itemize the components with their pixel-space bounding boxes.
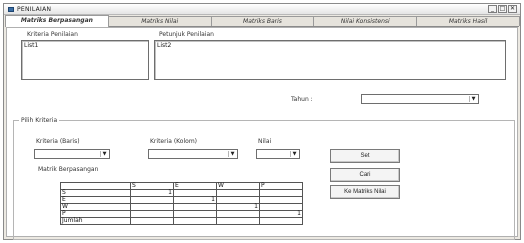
kriteria-kolom-combo[interactable]: ▼ (148, 149, 238, 159)
tahun-combo[interactable]: ▼ (361, 94, 479, 104)
matrix-cell[interactable] (173, 210, 217, 218)
matrix-col-header: W (216, 182, 260, 190)
ke-matriks-nilai-button[interactable]: Ke Matriks Nilai (330, 185, 400, 199)
chevron-down-icon[interactable]: ▼ (469, 96, 477, 102)
chevron-down-icon[interactable]: ▼ (228, 151, 236, 157)
petunjuk-label: Petunjuk Penilaian (159, 31, 214, 38)
matrix-cell[interactable] (130, 203, 174, 211)
window-controls: _ □ ✕ (488, 5, 517, 13)
matrix-row-header: S (60, 189, 131, 197)
matrix-header-row: S E W P (60, 182, 303, 190)
matrix-cell[interactable] (216, 217, 260, 225)
matrix-col-header: E (173, 182, 217, 190)
chevron-down-icon[interactable]: ▼ (290, 151, 298, 157)
tab-strip: Matriks Berpasangan Matriks Nilai Matrik… (5, 15, 520, 27)
maximize-button[interactable]: □ (498, 5, 507, 13)
petunjuk-list-item[interactable]: List2 (157, 42, 171, 49)
tab-matriks-nilai[interactable]: Matriks Nilai (107, 16, 212, 26)
tab-matriks-baris[interactable]: Matriks Baris (210, 16, 315, 26)
matrix-cell[interactable] (130, 196, 174, 204)
matrix-cell[interactable]: 1 (173, 196, 217, 204)
tab-matriks-hasil[interactable]: Matriks Hasil (416, 16, 520, 26)
nilai-combo[interactable]: ▼ (256, 149, 300, 159)
matrix-corner-cell (60, 182, 131, 190)
matrix-cell[interactable] (173, 203, 217, 211)
matrix-cell[interactable] (259, 189, 303, 197)
matrix-cell[interactable] (173, 189, 217, 197)
matrix-cell[interactable] (173, 217, 217, 225)
chevron-down-icon[interactable]: ▼ (100, 151, 108, 157)
matrix-cell[interactable] (259, 196, 303, 204)
minimize-button[interactable]: _ (488, 5, 497, 13)
close-button[interactable]: ✕ (508, 5, 517, 13)
matrix-row: P 1 (60, 210, 303, 218)
kolom-label: Kriteria (Kolom) (150, 138, 198, 145)
tab-matriks-berpasangan[interactable]: Matriks Berpasangan (5, 15, 109, 27)
matrix-row: E 1 (60, 196, 303, 204)
window-title: PENILAIAN (17, 6, 52, 13)
kriteria-baris-combo[interactable]: ▼ (34, 149, 110, 159)
matrix-cell[interactable]: 1 (259, 210, 303, 218)
kriteria-list-item[interactable]: List1 (24, 42, 38, 49)
kriteria-list[interactable]: List1 (21, 40, 149, 80)
matrix-total-row: Jumlah (60, 217, 303, 225)
matrix-cell[interactable]: 1 (130, 189, 174, 197)
matrix-row: S 1 (60, 189, 303, 197)
matrix-col-header: P (259, 182, 303, 190)
petunjuk-list[interactable]: List2 (154, 40, 506, 80)
app-icon (8, 7, 14, 12)
matrix-col-header: S (130, 182, 174, 190)
matrix-cell[interactable] (130, 210, 174, 218)
matrix-row-header: Jumlah (60, 217, 131, 225)
matrix-row-header: E (60, 196, 131, 204)
matrix-cell[interactable] (130, 217, 174, 225)
matrik-label: Matrik Berpasangan (38, 166, 99, 173)
matrix-cell[interactable] (259, 203, 303, 211)
set-button[interactable]: Set (330, 149, 400, 163)
baris-label: Kriteria (Baris) (36, 138, 80, 145)
matrix-cell[interactable] (216, 189, 260, 197)
kriteria-label: Kriteria Penilaian (27, 31, 78, 38)
matrik-berpasangan-grid[interactable]: S E W P S 1 E 1 W 1 P 1 Jumlah (60, 182, 303, 225)
matrix-cell[interactable]: 1 (216, 203, 260, 211)
penilaian-window: PENILAIAN _ □ ✕ Matriks Berpasangan Matr… (3, 3, 521, 240)
matrix-row-header: W (60, 203, 131, 211)
matrix-cell[interactable] (216, 196, 260, 204)
matrix-row: W 1 (60, 203, 303, 211)
group-title: Pilih Kriteria (19, 117, 60, 124)
matrix-cell[interactable] (259, 217, 303, 225)
cari-button[interactable]: Cari (330, 168, 400, 182)
title-bar: PENILAIAN _ □ ✕ (4, 4, 520, 15)
matrix-cell[interactable] (216, 210, 260, 218)
tahun-label: Tahun : (291, 96, 313, 103)
nilai-label: Nilai (258, 138, 272, 145)
tab-nilai-konsistensi[interactable]: Nilai Konsistensi (313, 16, 418, 26)
